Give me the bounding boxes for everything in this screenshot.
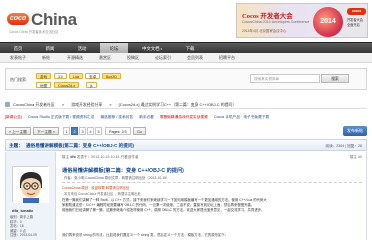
post-meta-author[interactable]: dfo [70, 155, 76, 159]
site-logo-text[interactable]: China [31, 10, 77, 30]
post-note: 本文来自 CocosChina 开发者社区 ，转载请注明出处 [64, 192, 141, 196]
breadcrumb-separator: » [109, 102, 112, 107]
page-link[interactable]: 5 [95, 127, 102, 135]
post-author-panel: dfo_lunatic 级别：新手上路 精华：0 发帖：18 威望：0 点 注册… [6, 152, 56, 240]
breadcrumb-current: [Cocos2d-x] 通过实例学习C++（第二篇：变身 C++/OBJ-C 的… [118, 102, 237, 107]
nav-item-label: 首页 [13, 46, 23, 51]
hot-tag[interactable]: 安卓 [85, 73, 101, 79]
page-link[interactable]: 1 [63, 127, 70, 135]
nav-item-label: 中文文档 [141, 46, 160, 51]
page-link[interactable]: 3 [79, 127, 86, 135]
breadcrumb-item[interactable]: 游戏开发经验分享 [71, 102, 102, 107]
subnav-item[interactable]: 新帖 [34, 53, 58, 63]
site-header: coco China Cocos China 开发者技术交流社区 Cocos 开… [0, 0, 372, 42]
banner-emblem: 2014 [313, 7, 343, 37]
breadcrumb: CocosChina 开发者社区 » 游戏开发经验分享 » [Cocos2d-x… [5, 100, 367, 109]
page-go-button[interactable]: Go [133, 127, 146, 135]
new-thread-button[interactable]: 发布新帖 [343, 126, 367, 136]
post-author-name[interactable]: dfo_lunatic [12, 208, 33, 213]
pinned-link[interactable]: Cocos Studio 正式版下载 / 视频资料汇总 [28, 115, 95, 119]
post-meta-prefix: 楼主 [62, 155, 70, 159]
subnav-item[interactable]: 悬赏区 [92, 53, 118, 63]
subnav-item[interactable]: 招聘平台 [212, 53, 242, 63]
site-logo-subtitle: Cocos China 开发者技术交流社区 [9, 30, 59, 34]
subnav-item[interactable]: 会员列表 [180, 53, 210, 63]
nav-item-label: 新闻 [45, 46, 55, 51]
hot-search-panel: 热门搜索: 游戏 3.0 Lua 安卓 Box2D 地图 Cocos2d-x j… [5, 68, 367, 90]
post-author-line: 作者：张小明 CocosChina 原创文章，转载请注明出处（2013-10-1… [64, 176, 170, 180]
post-paragraph: 我们再来说说 string 的写法，比如说我们要定义一个 string 类，然后… [62, 233, 229, 237]
pagination-bar: « 上一主题 下一主题 » 1 2 3 4 5 Pages: 2/3 Go 发布… [5, 126, 367, 137]
home-icon[interactable] [5, 102, 10, 108]
search-button[interactable]: 搜索 [321, 74, 349, 83]
post-heading: 通俗易懂讲解模板(第二篇：变身 C++/OBJ-C 的提问) [62, 168, 184, 174]
hot-search-label: 热门搜索: [10, 77, 28, 82]
nav-item-label: 论坛 [109, 46, 119, 51]
banner-subtitle: CocosChina 2014 Developers Conference [242, 20, 310, 24]
post-body: 在第一篇我们讲解了一种 Swift、以 C++ 方式... 接下来我们来继续学习… [62, 198, 362, 214]
banner-logo: cocos [347, 8, 366, 15]
nav-item-label: 活动 [77, 46, 87, 51]
page-link-current[interactable]: 2 [71, 127, 78, 135]
hot-tag[interactable]: 3.0 [54, 73, 67, 79]
hot-tag[interactable]: 地图 [36, 82, 52, 88]
only-author-link[interactable]: 只看该作者 [121, 155, 139, 159]
nav-item-label: 下载 [185, 46, 195, 51]
subnav-item[interactable]: 发表帖子 [4, 53, 32, 63]
banner-title: Cocos 开发者大会 [242, 13, 293, 20]
pinned-link[interactable]: [新闻公告] [5, 115, 22, 119]
post-paragraph: 前面我们已经讲解了第一篇，这篇来继续介绍怎样使用 C++，调用 OBJ-C 的方… [62, 208, 265, 213]
main-nav: 首页 新闻 活动 论坛 中文文档▾ 下载 [0, 42, 372, 54]
pinned-link[interactable]: 新手必看 [139, 115, 154, 119]
post-source: CocosChina 原创 · 欢迎转载 转载请注明出处 [62, 186, 130, 190]
banner-emblem-text: 2014 [320, 18, 336, 25]
hot-tag[interactable]: Lua [69, 73, 83, 79]
breadcrumb-item[interactable]: CocosChina 开发者社区 [13, 102, 55, 107]
sub-nav: 发表帖子 新帖 开源精选 悬赏区 投稿区 论坛索引 会员列表 招聘平台 [0, 53, 372, 63]
subnav-item[interactable]: 开源精选 [60, 53, 90, 63]
hot-tag[interactable]: Box2D [102, 73, 121, 79]
subnav-item[interactable]: 投稿区 [120, 53, 146, 63]
post-floor: 楼主 #0 [349, 155, 362, 159]
thread-title-bar: 主题： 通俗易懂讲解模板(第二篇：变身 C++/OBJ-C 的提问) 阅读：23… [5, 139, 367, 151]
chevron-down-icon: ▾ [160, 47, 163, 51]
hot-tag[interactable]: Cocos2d-x [54, 82, 80, 88]
avatar[interactable] [12, 166, 49, 203]
pinned-link[interactable]: 精选推荐 / 技术问答 [100, 115, 133, 119]
banner-date: 2014年4月 北京国家会议中心 [242, 29, 287, 33]
subnav-item[interactable]: 论坛索引 [148, 53, 178, 63]
pinned-links: [新闻公告] Cocos Studio 正式版下载 / 视频资料汇总 精选推荐 … [5, 113, 367, 121]
post-meta: 楼主 dfo 发表于：2013-10-15 10:44 只看该作者 [62, 155, 139, 160]
page-info: Pages: 2/3 [105, 127, 131, 135]
hot-tag[interactable]: 游戏 [36, 73, 52, 79]
post: dfo_lunatic 级别：新手上路 精华：0 发帖：18 威望：0 点 注册… [5, 152, 367, 240]
banner-side-text: 开发者大会 全面开启 [347, 18, 367, 27]
pinned-link[interactable]: 零基础精通游戏开发实战视频 [160, 115, 208, 119]
post-author-stats: 级别：新手上路 精华：0 发帖：18 威望：0 点 注册：2013-04-09 [10, 215, 54, 238]
ad-banner[interactable]: Cocos 开发者大会 CocosChina 2014 Developers C… [236, 3, 368, 38]
banner-side-line: 全面开启 [347, 22, 360, 27]
thread-title: 通俗易懂讲解模板(第二篇：变身 C++/OBJ-C 的提问) [26, 143, 134, 148]
author-stat: 注册：2013-04-09 [10, 233, 37, 238]
hot-tag[interactable]: js [86, 82, 97, 88]
avatar-image [13, 167, 49, 203]
post-divider [62, 182, 362, 183]
page-link[interactable]: 4 [87, 127, 94, 135]
pinned-link[interactable]: Cocos 手机产品 · 电子书免费下载 [214, 115, 269, 119]
prev-thread-button[interactable]: « 上一主题 [5, 127, 31, 135]
thread-title-tag: 主题： [9, 143, 23, 148]
breadcrumb-separator: » [61, 102, 65, 107]
next-thread-button[interactable]: 下一主题 » [33, 127, 59, 135]
search-input[interactable]: 搜索其实很简单 [250, 74, 320, 83]
site-logo[interactable]: coco [7, 13, 29, 25]
thread-stats: 阅读：2364 | 回复：28 [325, 144, 363, 148]
post-meta-time: 发表于：2013-10-15 10:44 [76, 155, 120, 159]
